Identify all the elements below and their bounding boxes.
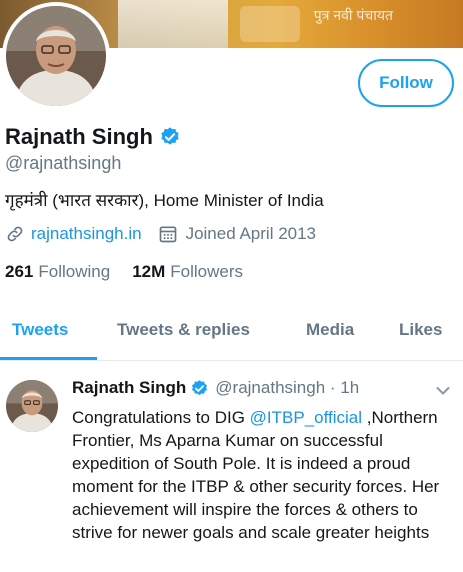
followers-count: 12M	[132, 262, 166, 281]
profile-joined-date: Joined April 2013	[185, 224, 317, 243]
link-icon	[7, 226, 23, 242]
profile-name: Rajnath Singh	[5, 124, 153, 149]
tweet[interactable]: Rajnath Singh @rajnathsingh · 1h Congrat…	[0, 366, 463, 572]
follow-button[interactable]: Follow	[358, 59, 454, 107]
profile-counts: 261 Following 12M Followers	[5, 262, 243, 282]
banner-highlight	[240, 6, 300, 42]
chevron-down-icon[interactable]	[436, 386, 450, 396]
tweet-text-after: ,Northern Frontier, Ms Aparna Kumar on s…	[72, 408, 440, 542]
followers-count-link[interactable]: 12M Followers	[132, 262, 243, 282]
banner-text: पुत्र नवी पंचायत	[313, 7, 393, 23]
tab-tweets[interactable]: Tweets	[12, 320, 68, 340]
following-label: Following	[38, 262, 111, 281]
tweet-text: Congratulations to DIG @ITBP_official ,N…	[72, 406, 456, 544]
banner-photo-area	[118, 0, 228, 48]
tweet-author-avatar[interactable]	[6, 380, 58, 432]
tweet-author-name[interactable]: Rajnath Singh	[72, 378, 186, 398]
profile-meta: rajnathsingh.in Joined April 2013	[5, 224, 316, 244]
profile-tabs: Tweets Tweets & replies Media Likes	[0, 308, 463, 361]
followers-label: Followers	[170, 262, 244, 281]
tweet-handle-time: @rajnathsingh · 1h	[215, 378, 360, 397]
tab-media[interactable]: Media	[306, 320, 354, 340]
profile-name-row: Rajnath Singh	[5, 124, 181, 150]
tweet-text-before: Congratulations to DIG	[72, 408, 250, 427]
tab-likes[interactable]: Likes	[399, 320, 442, 340]
profile-handle: @rajnathsingh	[5, 153, 122, 173]
tweet-header: Rajnath Singh @rajnathsingh · 1h	[72, 378, 359, 398]
avatar-image	[6, 6, 106, 106]
profile-website-link[interactable]: rajnathsingh.in	[31, 224, 142, 244]
following-count-link[interactable]: 261 Following	[5, 262, 110, 282]
calendar-icon	[159, 226, 176, 243]
tweet-avatar-image	[6, 380, 58, 432]
profile-bio: गृहमंत्री (भारत सरकार), Home Minister of…	[5, 191, 324, 210]
active-tab-indicator	[0, 357, 97, 360]
following-count: 261	[5, 262, 34, 281]
profile-avatar[interactable]	[2, 2, 110, 110]
verified-badge-icon	[161, 127, 179, 145]
tab-tweets-and-replies[interactable]: Tweets & replies	[117, 320, 250, 340]
tweet-mention-link[interactable]: @ITBP_official	[250, 408, 362, 427]
verified-badge-icon	[192, 379, 208, 395]
